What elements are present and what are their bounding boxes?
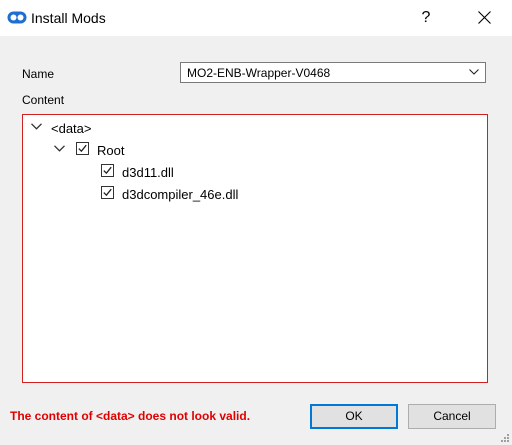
mod-organizer-icon [7, 11, 27, 24]
file-checkbox[interactable] [101, 186, 114, 199]
window-title: Install Mods [31, 10, 106, 26]
resize-grip-icon[interactable] [499, 432, 510, 443]
file-label: d3dcompiler_46e.dll [122, 187, 239, 202]
name-combobox[interactable]: MO2-ENB-Wrapper-V0468 [180, 62, 486, 83]
checkmark-icon [78, 144, 87, 153]
tree-node-file[interactable]: d3dcompiler_46e.dll [101, 184, 351, 204]
checkmark-icon [103, 166, 112, 175]
title-bar: Install Mods ? [0, 0, 512, 36]
expand-chevron-icon[interactable] [54, 145, 65, 152]
root-checkbox[interactable] [76, 142, 89, 155]
tree-node-data[interactable]: <data> [29, 118, 229, 138]
content-label: Content [22, 93, 65, 107]
tree-node-data-label: <data> [51, 121, 92, 136]
cancel-button[interactable]: Cancel [408, 404, 496, 429]
file-checkbox[interactable] [101, 164, 114, 177]
tree-node-file[interactable]: d3d11.dll [101, 162, 351, 182]
close-icon [478, 11, 491, 24]
error-message: The content of <data> does not look vali… [10, 409, 251, 423]
ok-button[interactable]: OK [310, 404, 398, 429]
tree-node-root-label: Root [97, 143, 125, 158]
close-button[interactable] [462, 0, 508, 36]
content-tree[interactable]: <data> Root d3d11.dll d3dcompiler_46e.dl… [22, 114, 488, 383]
file-label: d3d11.dll [122, 165, 174, 180]
tree-node-root[interactable]: Root [52, 140, 252, 160]
name-label: Name [22, 67, 55, 81]
help-button[interactable]: ? [406, 0, 446, 36]
checkmark-icon [103, 188, 112, 197]
name-combobox-value: MO2-ENB-Wrapper-V0468 [187, 66, 331, 80]
chevron-down-icon [469, 69, 479, 75]
expand-chevron-icon[interactable] [31, 123, 42, 130]
